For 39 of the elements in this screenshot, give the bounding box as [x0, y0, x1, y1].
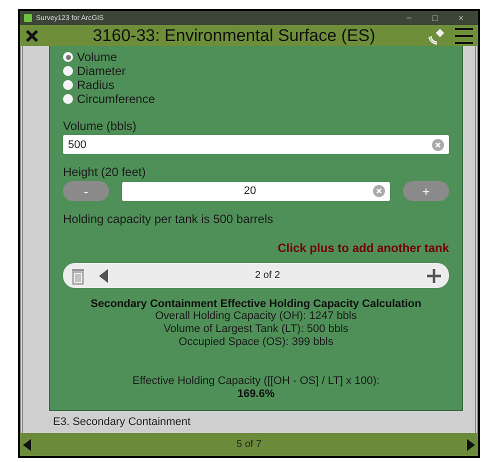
next-page-icon[interactable] — [467, 438, 475, 451]
trash-icon[interactable] — [71, 266, 85, 285]
app-icon — [24, 14, 32, 22]
calculation-line: Volume of Largest Tank (LT): 500 bbls — [164, 323, 348, 336]
radio-label: Volume — [77, 50, 118, 64]
section-title: E3. Secondary Containment — [52, 415, 192, 430]
decrement-button[interactable]: - — [63, 181, 109, 202]
radio-button[interactable] — [63, 52, 73, 62]
input-field[interactable]: 20 — [122, 182, 390, 201]
result-value: 169.6% — [237, 388, 275, 400]
radio-button[interactable] — [63, 80, 73, 90]
radio-label: Diameter — [77, 64, 126, 78]
window-control-button[interactable]: − — [398, 13, 420, 24]
window-control-button[interactable]: × — [450, 13, 472, 24]
capacity-note: Holding capacity per tank is 500 barrels — [63, 212, 274, 226]
calculation-line: Occupied Space (OS): 399 bbls — [178, 336, 334, 350]
calculation-title: Secondary Containment Effective Holding Capacity Calculation — [90, 298, 422, 310]
previous-icon[interactable] — [99, 268, 108, 283]
previous-page-icon[interactable] — [23, 438, 31, 451]
add-icon[interactable] — [427, 268, 441, 283]
page-indicator: 5 of 7 — [235, 439, 263, 450]
radio-label: Circumference — [77, 92, 156, 106]
clear-icon[interactable] — [373, 185, 385, 198]
repeat-position: 2 of 2 — [254, 270, 282, 282]
window-control-button[interactable]: □ — [424, 13, 446, 24]
input-field[interactable]: 500 — [63, 135, 449, 154]
formula-text: Effective Holding Capacity ([[OH - OS] / LT] x 100): — [132, 375, 380, 388]
add-hint: Click plus to add another tank — [276, 241, 449, 256]
survey-title: 3160-33: Environmental Surface (ES) — [92, 26, 376, 46]
radio-label: Radius — [77, 78, 114, 92]
clear-icon[interactable] — [432, 138, 444, 151]
increment-button[interactable]: + — [403, 181, 449, 202]
radio-button[interactable] — [63, 94, 73, 104]
menu-icon[interactable] — [454, 26, 474, 45]
field-label: Volume (bbls) — [63, 119, 138, 134]
calculation-line: Overall Holding Capacity (OH): 1247 bbls — [155, 310, 357, 324]
close-icon[interactable] — [24, 28, 40, 44]
field-label: Height (20 feet) — [63, 165, 147, 180]
radio-button[interactable] — [63, 66, 73, 76]
